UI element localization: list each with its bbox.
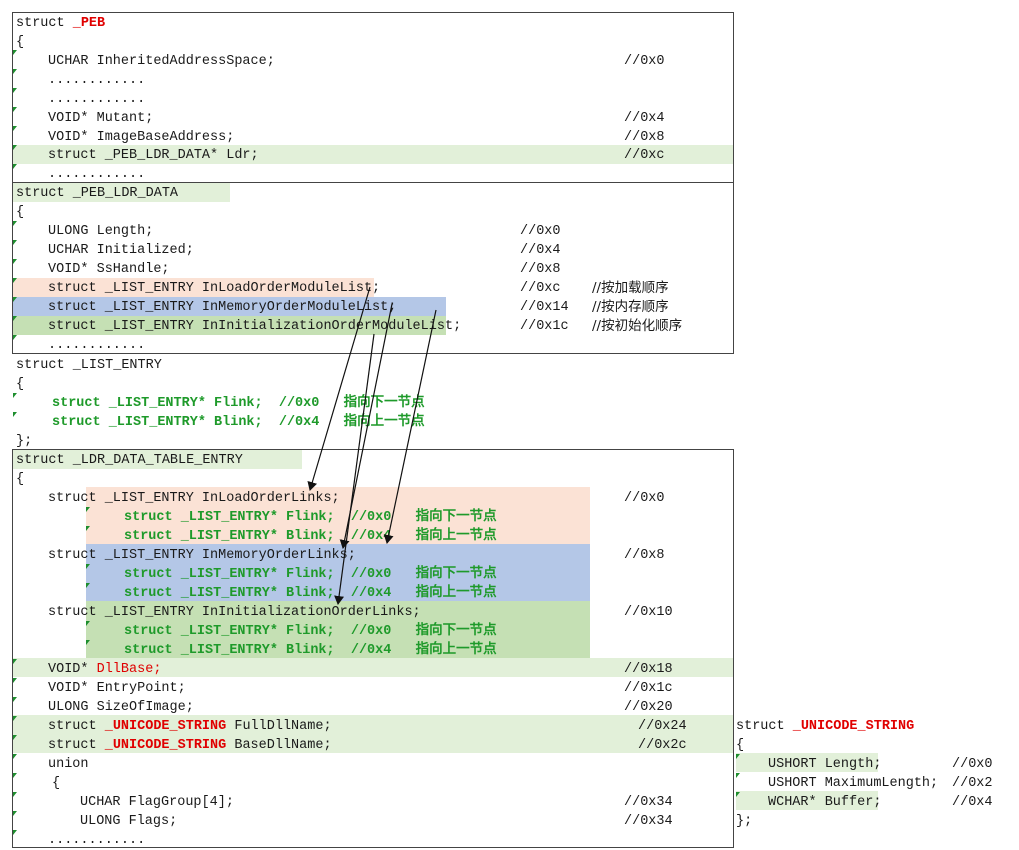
pointer-arrows [307,286,437,605]
arrow-init-to-load-blink [383,309,437,544]
arrow-init-to-init-links [334,333,375,605]
